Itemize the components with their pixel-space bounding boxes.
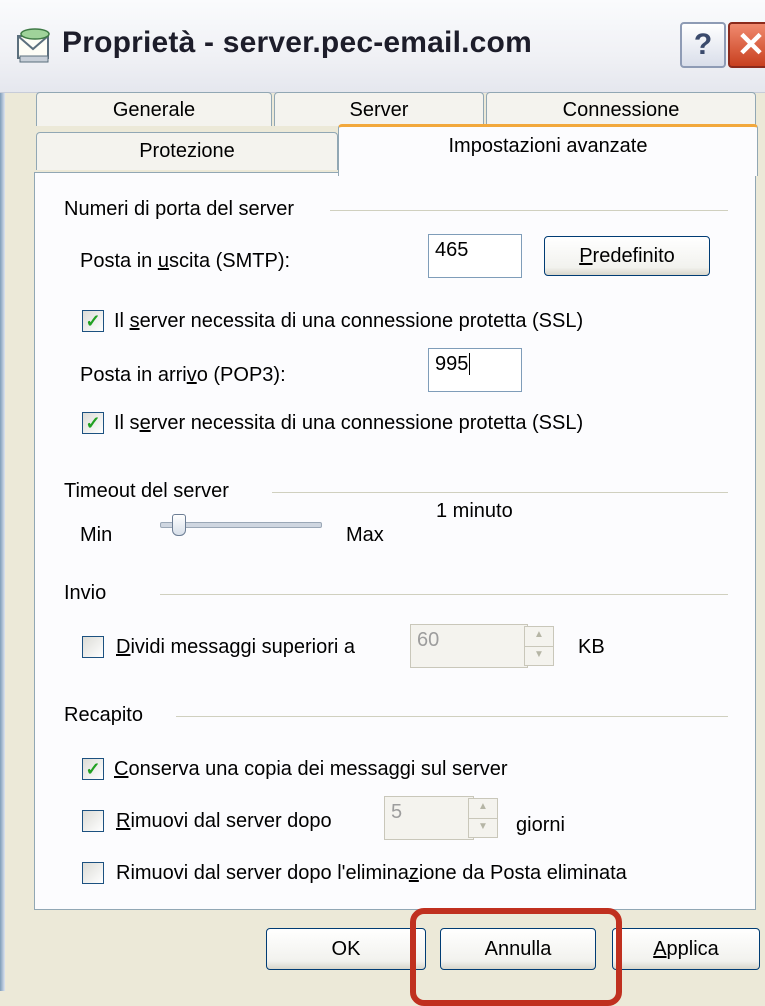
- smtp-port-input[interactable]: 465: [428, 234, 522, 278]
- timeout-slider-thumb[interactable]: [172, 514, 187, 536]
- mail-account-icon: [14, 26, 54, 66]
- ports-group-divider: [330, 210, 728, 211]
- split-size-input[interactable]: 60: [410, 624, 528, 668]
- spin-down-icon[interactable]: ▼: [469, 818, 497, 837]
- remove-after-checkbox[interactable]: [82, 810, 104, 832]
- keep-copy-label: Conserva una copia dei messaggi sul serv…: [114, 758, 508, 780]
- split-size-spinner[interactable]: ▲ ▼: [524, 626, 554, 666]
- tab-connessione[interactable]: Connessione: [486, 92, 756, 126]
- tab-server[interactable]: Server: [274, 92, 484, 126]
- ssl-pop3-label: Il server necessita di una connessione p…: [114, 412, 584, 434]
- apply-button[interactable]: Applica: [612, 928, 760, 970]
- split-size-unit: KB: [578, 636, 605, 658]
- timeout-max-label: Max: [346, 524, 384, 546]
- split-messages-checkbox[interactable]: [82, 636, 104, 658]
- timeout-value-label: 1 minuto: [436, 500, 513, 522]
- spin-down-icon[interactable]: ▼: [525, 646, 553, 665]
- tab-protezione[interactable]: Protezione: [36, 132, 338, 170]
- spin-up-icon[interactable]: ▲: [469, 799, 497, 818]
- smtp-label: Posta in uscita (SMTP):: [80, 250, 291, 272]
- delivery-group-label: Recapito: [64, 704, 143, 726]
- remove-on-delete-label: Rimuovi dal server dopo l'eliminazione d…: [116, 862, 627, 884]
- sending-group-label: Invio: [64, 582, 107, 604]
- remove-after-unit: giorni: [516, 814, 565, 836]
- remove-after-days-input[interactable]: 5: [384, 796, 474, 840]
- tab-impostazioni-avanzate[interactable]: Impostazioni avanzate: [338, 124, 758, 176]
- window-title: Proprietà - server.pec-email.com: [62, 26, 532, 59]
- sending-group-divider: [160, 594, 728, 595]
- ports-group-label: Numeri di porta del server: [64, 198, 295, 220]
- ok-button[interactable]: OK: [266, 928, 426, 970]
- ssl-smtp-label: Il server necessita di una connessione p…: [114, 310, 584, 332]
- timeout-group-label: Timeout del server: [64, 480, 229, 502]
- ssl-smtp-checkbox[interactable]: ✓: [82, 310, 104, 332]
- pop3-port-input[interactable]: 995: [428, 348, 522, 392]
- timeout-group-divider: [272, 492, 728, 493]
- remove-on-delete-checkbox[interactable]: [82, 862, 104, 884]
- split-messages-label: Dividi messaggi superiori a: [116, 636, 355, 658]
- keep-copy-checkbox[interactable]: ✓: [82, 758, 104, 780]
- delivery-group-divider: [176, 716, 728, 717]
- window-border: [0, 0, 5, 991]
- tab-generale[interactable]: Generale: [36, 92, 272, 126]
- remove-after-spinner[interactable]: ▲ ▼: [468, 798, 498, 838]
- close-button[interactable]: ✕: [728, 22, 765, 68]
- default-ports-button[interactable]: Predefinito: [544, 236, 710, 276]
- pop3-label: Posta in arrivo (POP3):: [80, 364, 286, 386]
- help-button[interactable]: ?: [680, 22, 726, 68]
- timeout-min-label: Min: [80, 524, 113, 546]
- cancel-highlight-annotation: [410, 908, 622, 1006]
- ssl-pop3-checkbox[interactable]: ✓: [82, 412, 104, 434]
- remove-after-label: Rimuovi dal server dopo: [116, 810, 332, 832]
- spin-up-icon[interactable]: ▲: [525, 627, 553, 646]
